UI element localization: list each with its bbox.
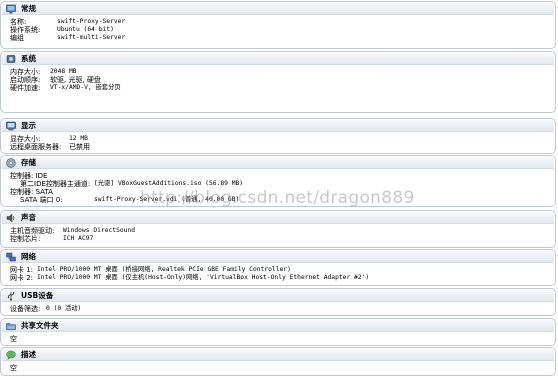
general-row-group: 编组 swift-multi-Server <box>10 34 551 42</box>
row-label: 第二IDE控制器主通道: <box>20 180 91 188</box>
row-label: 编组 <box>10 34 24 42</box>
network-row-adapter-2: 网卡 2: Intel PRO/1000 MT 桌面 (仅主机(Host-Only… <box>10 274 551 282</box>
row-value: Ubuntu (64 bit) <box>57 26 114 33</box>
section-description: 描述 空 <box>0 347 556 376</box>
section-audio: 声音 主机音频驱动: Windows DirectSound 控制芯片: ICH A… <box>0 210 556 248</box>
row-label: 内存大小: <box>10 68 41 76</box>
shared-folders-row-empty: 空 <box>10 335 551 343</box>
system-row-memory: 内存大小: 2048 MB <box>10 68 551 76</box>
system-row-boot-order: 启动顺序: 软驱, 光驱, 硬盘 <box>10 76 551 84</box>
section-header-network[interactable]: 网络 <box>2 251 554 263</box>
row-value: swift-multi-Server <box>57 34 126 41</box>
row-label: 显存大小: <box>10 135 41 143</box>
row-value: Windows DirectSound <box>63 227 136 234</box>
section-display: 显示 显存大小: 12 MB 远程桌面服务器: 已禁用 <box>0 118 556 154</box>
row-label: 网卡 1: <box>10 266 34 274</box>
section-header-storage[interactable]: 存储 <box>2 157 554 169</box>
section-system: 系统 内存大小: 2048 MB 启动顺序: 软驱, 光驱, 硬盘 硬件加速: VT-… <box>0 51 556 113</box>
section-header-audio[interactable]: 声音 <box>2 212 554 224</box>
section-header-display[interactable]: 显示 <box>2 120 554 132</box>
row-label: 空 <box>10 335 17 343</box>
row-value: [光驱] VBoxGuestAdditions.iso (56.89 MB) <box>94 180 244 187</box>
network-icon <box>6 252 16 262</box>
section-general: 常规 名称: swift-Proxy-Server 操作系统: Ubuntu (64… <box>0 1 556 49</box>
row-value: 12 MB <box>69 135 88 142</box>
speaker-icon <box>6 213 15 223</box>
row-label: 操作系统: <box>10 26 41 34</box>
watermark: http://blog.csdn.net/dragon889 <box>140 188 415 208</box>
section-title-system: 系统 <box>21 54 36 63</box>
row-value: 已禁用 <box>69 143 90 151</box>
network-row-adapter-1: 网卡 1: Intel PRO/1000 MT 桌面 (桥接网络, Realtek… <box>10 266 551 274</box>
usb-icon <box>7 291 15 301</box>
row-label: 控制芯片: <box>10 235 41 243</box>
section-header-description[interactable]: 描述 <box>2 349 554 361</box>
general-row-os: 操作系统: Ubuntu (64 bit) <box>10 26 551 34</box>
row-label: 启动顺序: <box>10 76 41 84</box>
section-title-display: 显示 <box>21 121 36 130</box>
section-title-shared-folders: 共享文件夹 <box>21 321 59 330</box>
section-title-storage: 存储 <box>21 158 36 167</box>
row-label: 远程桌面服务器: <box>10 143 62 151</box>
row-value: 2048 MB <box>50 68 77 75</box>
row-value: ICH AC97 <box>63 235 94 242</box>
monitor-icon <box>6 4 16 14</box>
usb-row-filters: 设备筛选: 0 (0 活动) <box>10 305 551 313</box>
section-title-description: 描述 <box>21 350 36 359</box>
row-value: swift-Proxy-Server <box>57 18 126 25</box>
audio-row-controller: 控制芯片: ICH AC97 <box>10 235 551 243</box>
section-header-usb[interactable]: USB设备 <box>2 290 554 302</box>
row-value: VT-x/AMD-V, 嵌套分页 <box>50 84 121 91</box>
section-title-network: 网络 <box>21 252 36 261</box>
disk-icon <box>6 158 16 168</box>
section-header-shared-folders[interactable]: 共享文件夹 <box>2 320 554 332</box>
folder-icon <box>6 323 16 330</box>
display-row-remote-desktop: 远程桌面服务器: 已禁用 <box>10 143 551 151</box>
system-row-acceleration: 硬件加速: VT-x/AMD-V, 嵌套分页 <box>10 84 551 92</box>
section-header-general[interactable]: 常规 <box>2 3 554 15</box>
row-label: SATA 端口 0: <box>20 196 63 204</box>
speech-bubble-icon <box>6 350 16 360</box>
section-title-usb: USB设备 <box>21 291 54 300</box>
section-title-audio: 声音 <box>21 213 36 222</box>
row-value: 0 (0 活动) <box>46 305 82 312</box>
section-shared-folders: 共享文件夹 空 <box>0 318 556 346</box>
row-value: Intel PRO/1000 MT 桌面 (桥接网络, Realtek PCIe… <box>37 266 291 273</box>
storage-row-ide-primary: 第二IDE控制器主通道: [光驱] VBoxGuestAdditions.iso … <box>10 180 551 188</box>
section-network: 网络 网卡 1: Intel PRO/1000 MT 桌面 (桥接网络, Real… <box>0 249 556 286</box>
row-label: 网卡 2: <box>10 274 34 282</box>
row-label: 控制器: IDE <box>10 172 48 180</box>
row-label: 主机音频驱动: <box>10 227 55 235</box>
description-row-empty: 空 <box>10 364 551 372</box>
storage-row-ide-controller: 控制器: IDE <box>10 172 551 180</box>
general-row-name: 名称: swift-Proxy-Server <box>10 18 551 26</box>
display-icon <box>6 121 16 131</box>
row-value: 软驱, 光驱, 硬盘 <box>50 76 101 84</box>
row-value: Intel PRO/1000 MT 桌面 (仅主机(Host-Only)网络, … <box>37 274 370 281</box>
row-label: 设备筛选: <box>10 305 41 313</box>
section-usb: USB设备 设备筛选: 0 (0 活动) <box>0 288 556 316</box>
row-label: 控制器: SATA <box>10 188 53 196</box>
row-label: 硬件加速: <box>10 84 41 92</box>
display-row-video-memory: 显存大小: 12 MB <box>10 135 551 143</box>
audio-row-host-driver: 主机音频驱动: Windows DirectSound <box>10 227 551 235</box>
row-label: 名称: <box>10 18 27 26</box>
section-title-general: 常规 <box>21 4 36 13</box>
row-label: 空 <box>10 364 17 372</box>
chip-icon <box>6 55 16 63</box>
section-header-system[interactable]: 系统 <box>2 53 554 65</box>
